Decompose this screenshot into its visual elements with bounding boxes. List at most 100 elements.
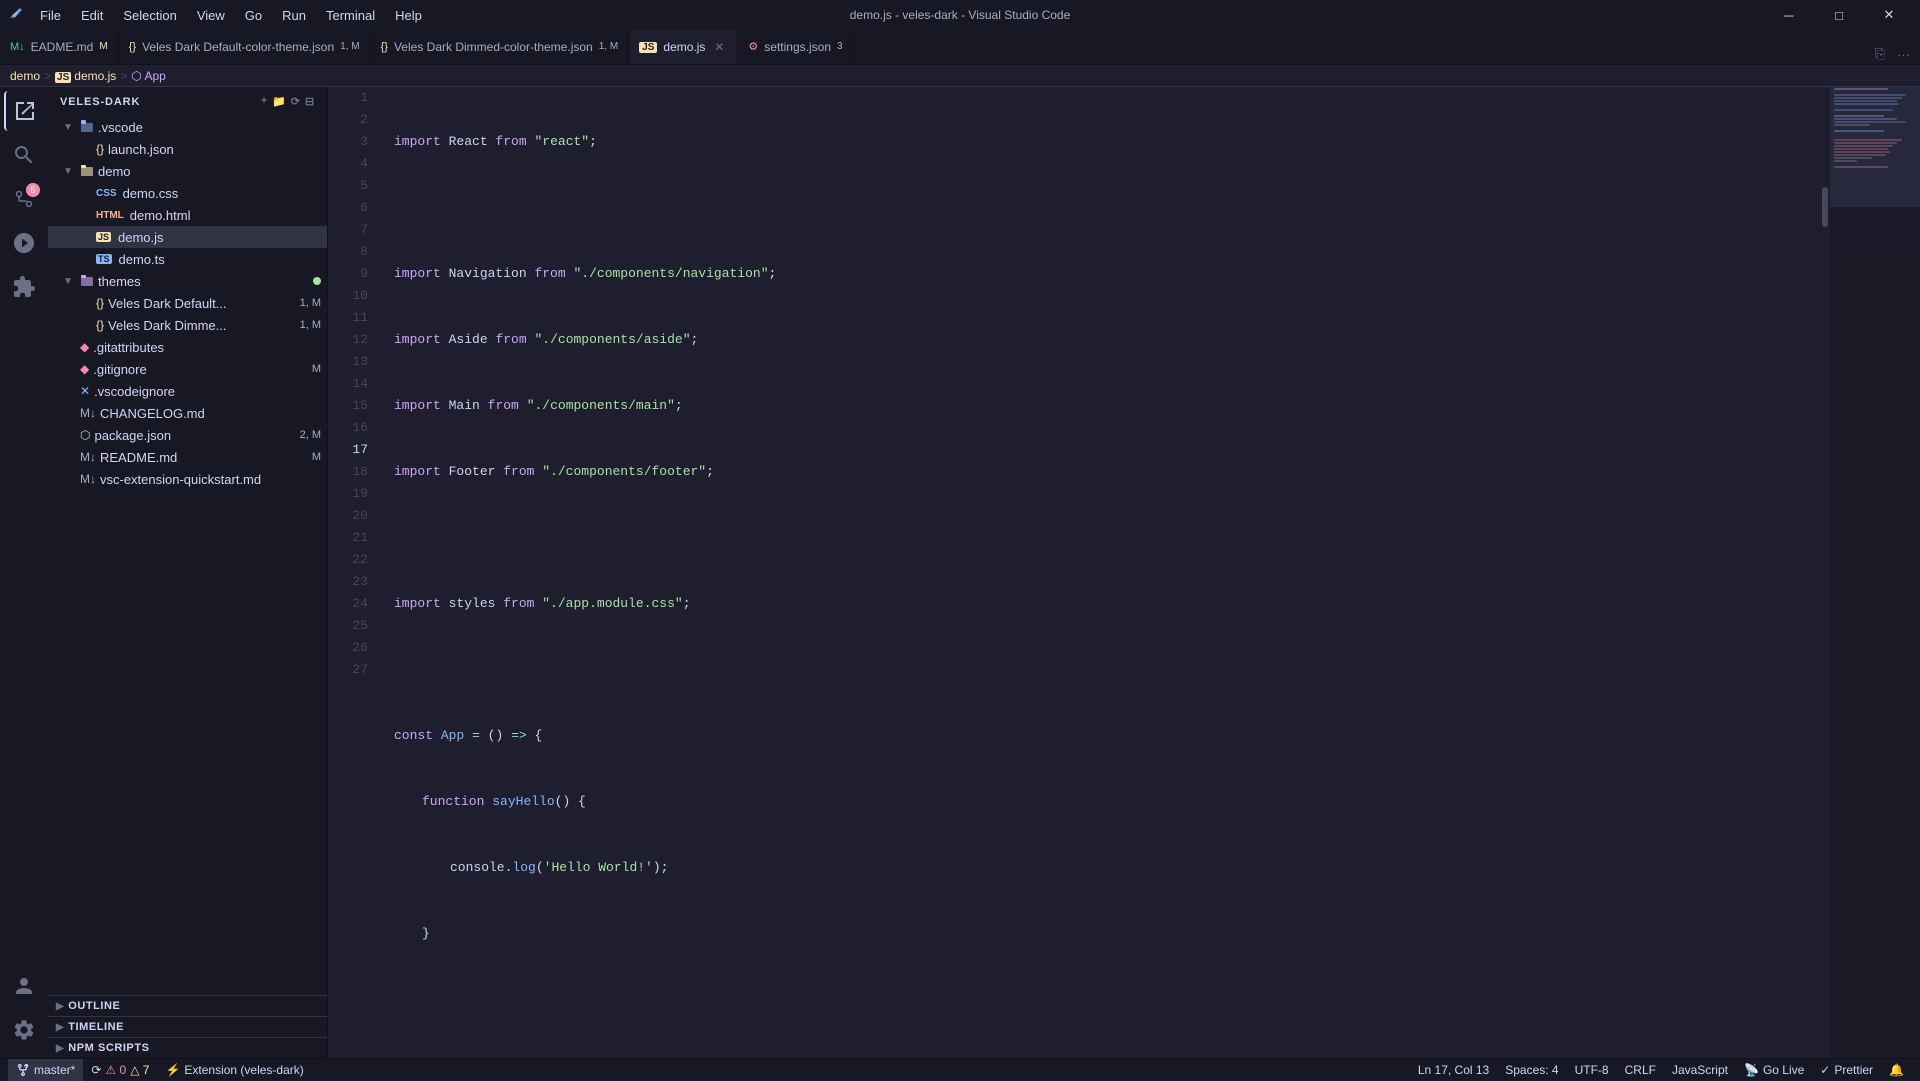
activity-bar: 5 [0, 87, 48, 1058]
tab-demo-js[interactable]: JS demo.js ✕ [629, 30, 738, 64]
activity-run[interactable] [4, 223, 44, 263]
line-6: import Footer from "./components/footer"… [394, 461, 1820, 483]
menu-view[interactable]: View [189, 6, 233, 25]
tab-veles-dimmed[interactable]: {} Veles Dark Dimmed-color-theme.json 1,… [371, 30, 630, 64]
line-2 [394, 197, 1820, 219]
tab-label-readme: EADME.md [31, 40, 94, 54]
spaces-indicator[interactable]: Spaces: 4 [1497, 1059, 1566, 1081]
js-icon: JS [96, 232, 111, 242]
window-controls: ─ □ ✕ [1766, 0, 1912, 30]
tree-item-package-json[interactable]: ⬡ package.json 2, M [48, 424, 327, 446]
tree-item-demo-html[interactable]: HTML demo.html [48, 204, 327, 226]
tree-item-demo-ts[interactable]: TS demo.ts [48, 248, 327, 270]
gitignore-badge: M [312, 363, 321, 375]
tree-item-readme[interactable]: M↓ README.md M [48, 446, 327, 468]
activity-extensions[interactable] [4, 267, 44, 307]
activity-search[interactable] [4, 135, 44, 175]
npm-scripts-section[interactable]: ▶ NPM SCRIPTS [48, 1037, 327, 1058]
tab-modified-readme: M [99, 41, 107, 52]
activity-accounts[interactable] [4, 966, 44, 1006]
tree-item-changelog[interactable]: M↓ CHANGELOG.md [48, 402, 327, 424]
prettier-button[interactable]: ✓ Prettier [1812, 1059, 1881, 1081]
notifications-button[interactable]: 🔔 [1881, 1059, 1912, 1081]
breadcrumb-part-demo[interactable]: demo [10, 69, 40, 83]
arrow-themes: ▼ [60, 276, 76, 287]
breadcrumb-part-demo-js[interactable]: JSdemo.js [55, 69, 116, 83]
tree-item-veles-default[interactable]: {} Veles Dark Default... 1, M [48, 292, 327, 314]
tab-veles-default[interactable]: {} Veles Dark Default-color-theme.json 1… [119, 30, 371, 64]
menu-file[interactable]: File [32, 6, 69, 25]
veles-default-label: Veles Dark Default... [108, 296, 296, 311]
ln-col-indicator[interactable]: Ln 17, Col 13 [1410, 1059, 1497, 1081]
tree-item-vscodeignore[interactable]: ✕ .vscodeignore [48, 380, 327, 402]
menu-go[interactable]: Go [237, 6, 270, 25]
menu-run[interactable]: Run [274, 6, 314, 25]
demo-html-label: demo.html [130, 208, 327, 223]
tree-item-demo-js[interactable]: JS demo.js [48, 226, 327, 248]
tree-item-themes-folder[interactable]: ▼ themes [48, 270, 327, 292]
vscode-folder-icon [80, 119, 94, 136]
maximize-button[interactable]: □ [1816, 0, 1862, 30]
status-left: master* ⟳ ⚠ 0 △ 7 ⚡ Extension (veles-dar… [8, 1059, 312, 1081]
vsc-quickstart-label: vsc-extension-quickstart.md [100, 472, 327, 487]
tab-readme[interactable]: M↓ EADME.md M [0, 30, 119, 64]
menu-selection[interactable]: Selection [115, 6, 184, 25]
error-count: ⚠ 0 [105, 1063, 126, 1077]
tree-item-demo-css[interactable]: CSS demo.css [48, 182, 327, 204]
git-branch[interactable]: master* [8, 1059, 83, 1081]
tree-item-launch-json[interactable]: {} launch.json [48, 138, 327, 160]
html-icon: HTML [96, 210, 124, 221]
collapse-button[interactable]: ⊟ [305, 95, 315, 108]
encoding-indicator[interactable]: UTF-8 [1567, 1059, 1617, 1081]
scrollbar-thumb[interactable] [1822, 187, 1828, 227]
split-editor-button[interactable]: ⎘ [1871, 44, 1889, 64]
line-14 [394, 989, 1820, 1011]
menu-edit[interactable]: Edit [73, 6, 111, 25]
outline-section[interactable]: ▶ OUTLINE [48, 995, 327, 1016]
tree-item-vsc-quickstart[interactable]: M↓ vsc-extension-quickstart.md [48, 468, 327, 490]
minimap [1830, 87, 1920, 1058]
line-1: import React from "react"; [394, 131, 1820, 153]
timeline-section[interactable]: ▶ TIMELINE [48, 1016, 327, 1037]
tab-settings[interactable]: ⚙ settings.json 3 [738, 30, 853, 64]
json-icon-vdim: {} [96, 318, 104, 332]
line-ending-indicator[interactable]: CRLF [1617, 1059, 1664, 1081]
breadcrumb-sep-2: > [120, 69, 127, 83]
tree-item-gitattributes[interactable]: ◆ .gitattributes [48, 336, 327, 358]
sync-button[interactable]: ⟳ ⚠ 0 △ 7 [83, 1059, 157, 1081]
menu-help[interactable]: Help [387, 6, 430, 25]
new-folder-button[interactable]: 📁 [272, 95, 287, 108]
tab-badge-veles-default: 1, M [340, 41, 359, 52]
scrollbar-track[interactable] [1820, 87, 1830, 1058]
activity-explorer[interactable] [4, 91, 44, 131]
md-icon-quickstart: M↓ [80, 472, 96, 486]
go-live-button[interactable]: 📡 Go Live [1736, 1059, 1812, 1081]
code-editor[interactable]: 1 2 3 4 5 6 7 8 9 10 11 12 13 14 15 16 1… [328, 87, 1920, 1058]
extension-status[interactable]: ⚡ Extension (veles-dark) [157, 1059, 311, 1081]
tree-item-vscode-folder[interactable]: ▼ .vscode [48, 116, 327, 138]
line-8: import styles from "./app.module.css"; [394, 593, 1820, 615]
refresh-button[interactable]: ⟳ [291, 95, 301, 108]
new-file-button[interactable]: + [261, 95, 268, 108]
tree-item-demo-folder[interactable]: ▼ demo [48, 160, 327, 182]
timeline-label: TIMELINE [68, 1021, 124, 1033]
code-content[interactable]: import React from "react"; import Naviga… [378, 87, 1820, 1058]
readme-label: README.md [100, 450, 308, 465]
more-actions-button[interactable]: ··· [1893, 45, 1914, 64]
tab-label-demo-js: demo.js [663, 40, 705, 54]
tab-close-demo-js[interactable]: ✕ [711, 39, 727, 55]
tab-badge-veles-dimmed: 1, M [599, 41, 618, 52]
tree-item-gitignore[interactable]: ◆ .gitignore M [48, 358, 327, 380]
tree-item-veles-dimmed[interactable]: {} Veles Dark Dimme... 1, M [48, 314, 327, 336]
activity-source-control[interactable]: 5 [4, 179, 44, 219]
veles-dimmed-label: Veles Dark Dimme... [108, 318, 296, 333]
activity-settings[interactable] [4, 1010, 44, 1050]
close-button[interactable]: ✕ [1866, 0, 1912, 30]
breadcrumb-part-app[interactable]: ⬡ App [131, 69, 166, 83]
menu-terminal[interactable]: Terminal [318, 6, 383, 25]
minimize-button[interactable]: ─ [1766, 0, 1812, 30]
breadcrumb: demo > JSdemo.js > ⬡ App [0, 65, 1920, 87]
app-icon [8, 7, 24, 23]
language-indicator[interactable]: JavaScript [1664, 1059, 1736, 1081]
git-branch-label: master* [34, 1063, 75, 1077]
